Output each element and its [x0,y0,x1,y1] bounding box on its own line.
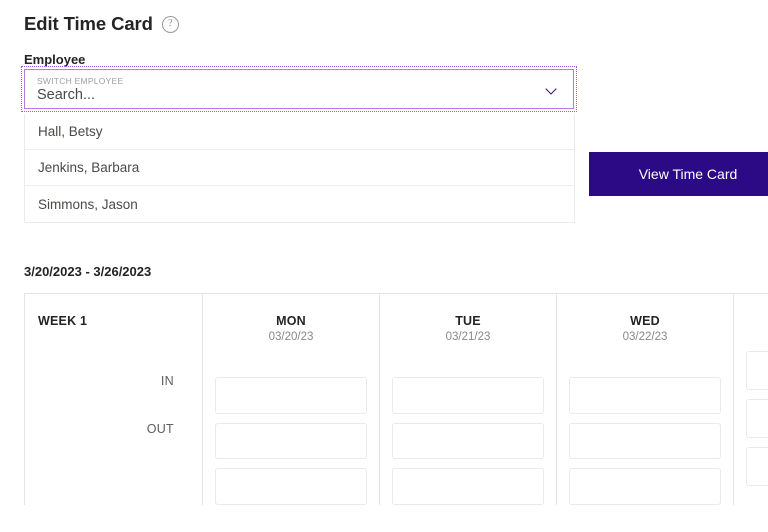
week-header-label: WEEK 1 [38,314,88,328]
date-range-label: 3/20/2023 - 3/26/2023 [24,264,152,279]
time-out-input[interactable] [569,422,721,460]
time-in-input[interactable] [392,377,544,414]
day-date: 03/20/23 [268,331,314,343]
time-in-input[interactable] [746,351,768,390]
combobox-text-group: SWITCH EMPLOYEE Search... [37,76,546,104]
time-extra-input[interactable] [215,468,367,506]
list-item[interactable]: Simmons, Jason [25,186,574,222]
day-name: WED [630,314,660,328]
time-out-input[interactable] [215,422,367,460]
time-out-input[interactable] [392,422,544,460]
day-name: MON [276,314,306,328]
switch-employee-combobox[interactable]: SWITCH EMPLOYEE Search... [24,69,574,109]
time-card-table: WEEK 1 IN OUT MON 03/20/23 TUE 03/21/23 … [24,293,768,506]
list-item[interactable]: Jenkins, Barbara [25,150,574,186]
day-column-mon: MON 03/20/23 [203,294,380,506]
employee-field-label: Employee [24,52,86,67]
page-title: Edit Time Card [24,13,153,34]
day-column-wed: WED 03/22/23 [557,294,734,506]
time-extra-input[interactable] [392,468,544,506]
time-in-input[interactable] [215,377,367,414]
chevron-down-icon[interactable] [546,83,559,96]
time-out-input[interactable] [746,399,768,438]
help-circle-icon[interactable]: ? [161,15,179,33]
employee-search-input[interactable]: Search... [37,86,546,104]
employee-dropdown-list[interactable]: Hall, Betsy Jenkins, Barbara Simmons, Ja… [24,114,575,223]
row-label-out: OUT [146,422,174,436]
row-label-in: IN [160,374,174,388]
day-name: TUE [455,314,481,328]
list-item[interactable]: Hall, Betsy [25,114,574,150]
switch-employee-combobox-focus-ring: SWITCH EMPLOYEE Search... [21,66,577,112]
day-date: 03/22/23 [622,331,668,343]
time-extra-input[interactable] [746,447,768,486]
table-row-label-column: WEEK 1 IN OUT [25,294,203,505]
page-header: Edit Time Card ? [24,13,179,34]
day-column-tue: TUE 03/21/23 [380,294,557,506]
day-date: 03/21/23 [445,331,491,343]
time-in-input[interactable] [569,377,721,414]
view-time-card-button[interactable]: View Time Card [589,152,768,196]
day-column-next [734,294,768,505]
time-extra-input[interactable] [569,468,721,506]
